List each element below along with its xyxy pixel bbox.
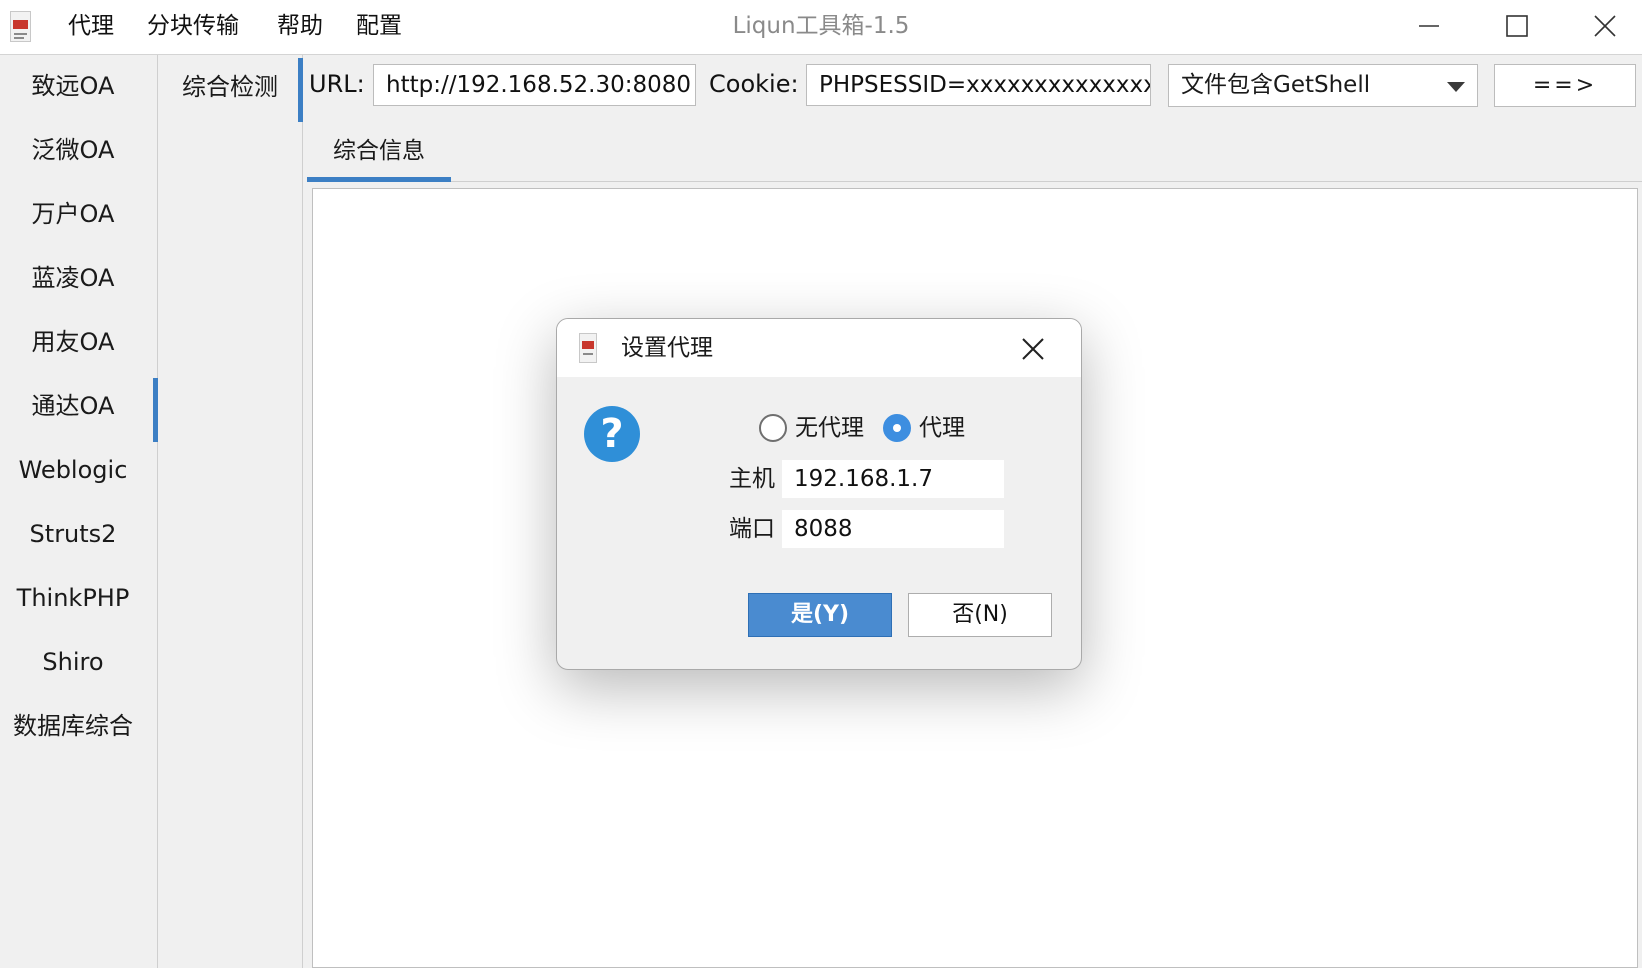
- cookie-input[interactable]: PHPSESSID=xxxxxxxxxxxxxx: [806, 64, 1151, 106]
- sub-nav: 综合检测: [158, 55, 303, 968]
- close-window-button[interactable]: [1565, 0, 1642, 52]
- tab-divider: [307, 181, 1642, 182]
- proxy-dialog: 设置代理 ? 无代理 代理 主机 端口 是(Y) 否(N): [556, 318, 1082, 670]
- url-label: URL:: [309, 70, 365, 98]
- yes-button[interactable]: 是(Y): [748, 593, 892, 637]
- minimize-button[interactable]: [1388, 0, 1468, 52]
- host-input[interactable]: [782, 460, 1004, 498]
- menu-proxy[interactable]: 代理: [68, 0, 114, 52]
- nav-item-yonyou-oa[interactable]: 用友OA: [0, 311, 146, 373]
- proxy-label[interactable]: 代理: [919, 411, 965, 445]
- nav-item-weaver-oa[interactable]: 泛微OA: [0, 119, 146, 181]
- nav-item-shiro[interactable]: Shiro: [0, 631, 146, 693]
- url-input[interactable]: http://192.168.52.30:8080: [373, 64, 696, 106]
- chevron-down-icon: [1447, 82, 1465, 92]
- sub-nav-active-indicator: [298, 58, 303, 122]
- no-button[interactable]: 否(N): [908, 593, 1052, 637]
- sub-nav-item-comprehensive-scan[interactable]: 综合检测: [158, 55, 302, 119]
- close-icon: [1022, 338, 1044, 360]
- nav-item-wanhu-oa[interactable]: 万户OA: [0, 183, 146, 245]
- host-label: 主机: [729, 466, 775, 492]
- tab-summary-info[interactable]: 综合信息: [307, 126, 451, 178]
- port-input[interactable]: [782, 510, 1004, 548]
- tab-active-indicator: [307, 177, 451, 182]
- exploit-select[interactable]: 文件包含GetShell: [1168, 64, 1478, 107]
- left-nav: 致远OA 泛微OA 万户OA 蓝凌OA 用友OA 通达OA Weblogic S…: [0, 55, 158, 968]
- no-proxy-label[interactable]: 无代理: [795, 411, 864, 445]
- nav-item-weblogic[interactable]: Weblogic: [0, 439, 146, 501]
- maximize-button[interactable]: [1477, 0, 1557, 52]
- port-label: 端口: [729, 516, 775, 542]
- maximize-icon: [1506, 15, 1528, 37]
- question-icon: ?: [584, 406, 640, 462]
- menu-chunked-transfer[interactable]: 分块传输: [147, 0, 239, 52]
- no-proxy-radio[interactable]: [759, 414, 787, 442]
- menu-config[interactable]: 配置: [356, 0, 402, 52]
- cookie-label: Cookie:: [709, 70, 799, 98]
- dialog-close-button[interactable]: [1011, 327, 1055, 371]
- nav-item-thinkphp[interactable]: ThinkPHP: [0, 567, 146, 629]
- run-button[interactable]: ==>: [1494, 64, 1636, 107]
- close-icon: [1594, 15, 1616, 37]
- dialog-app-icon: [579, 333, 597, 363]
- nav-item-database[interactable]: 数据库综合: [0, 695, 146, 757]
- dialog-title: 设置代理: [621, 335, 713, 361]
- dialog-title-bar: 设置代理: [557, 319, 1081, 377]
- title-bar: 代理 分块传输 帮助 配置 Liqun工具箱-1.5: [0, 0, 1642, 55]
- minimize-icon: [1419, 25, 1439, 27]
- nav-item-seeyon-oa[interactable]: 致远OA: [0, 55, 146, 117]
- nav-item-landray-oa[interactable]: 蓝凌OA: [0, 247, 146, 309]
- nav-item-tongda-oa[interactable]: 通达OA: [0, 375, 146, 437]
- menu-help[interactable]: 帮助: [277, 0, 323, 52]
- app-icon: [10, 11, 31, 42]
- nav-item-struts2[interactable]: Struts2: [0, 503, 146, 565]
- proxy-radio[interactable]: [883, 414, 911, 442]
- exploit-select-value: 文件包含GetShell: [1181, 72, 1371, 98]
